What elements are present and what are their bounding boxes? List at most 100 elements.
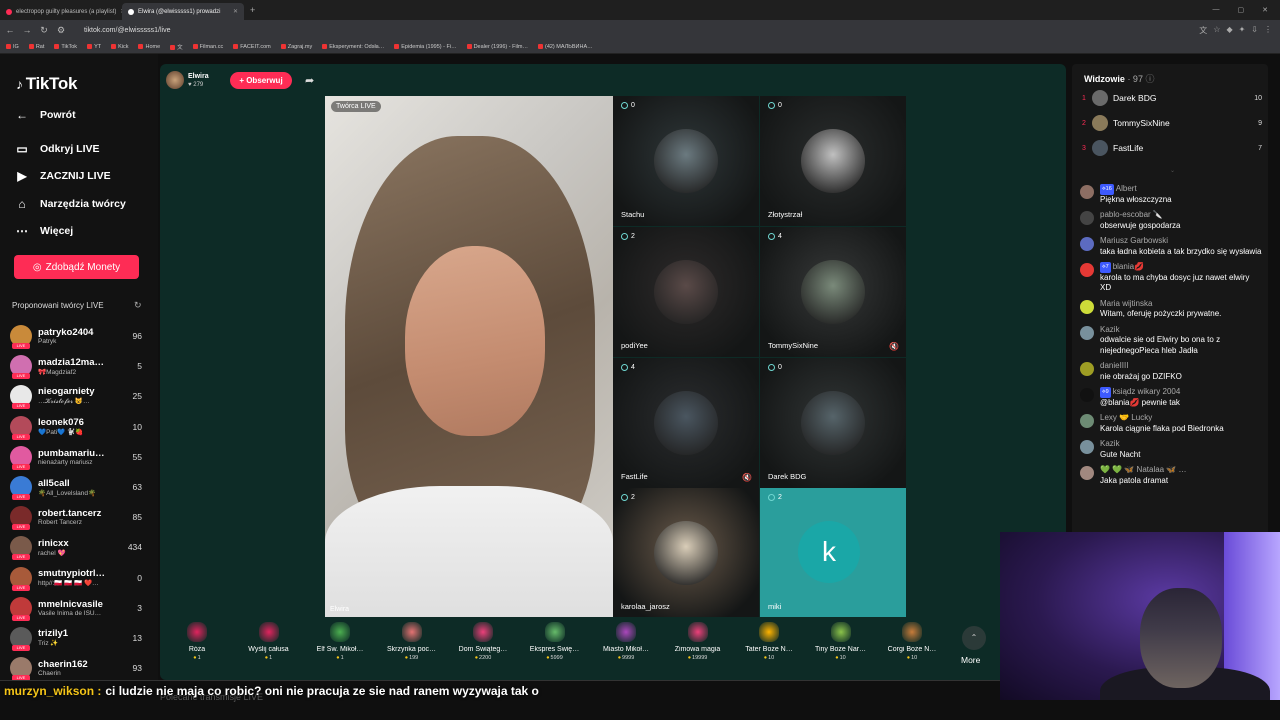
more-gifts-label[interactable]: More [961,655,980,665]
new-tab-icon[interactable]: + [244,5,261,15]
guest-tile[interactable]: 0 Stachu [613,96,759,226]
suggested-creator-item[interactable]: LIVE smutnypiotrl… http//:🇵🇱 🇵🇱 🇵🇱 ❤️… 0 [10,563,150,593]
browser-tab-active[interactable]: Elwira (@elwisssss1) prowadzi ✕ [122,3,244,20]
chat-message[interactable]: Maria wijtinska Witam, oferuję pożyczki p… [1080,299,1262,320]
get-coins-button[interactable]: ◎ Zdobądź Monety [14,255,139,279]
gift-item[interactable]: Skrzynka poc… 199 [378,622,446,661]
creator-names: smutnypiotrl… http//:🇵🇱 🇵🇱 🇵🇱 ❤️… [38,568,126,587]
top-viewer-item[interactable]: 3 FastLife 7 [1082,140,1262,156]
url-field[interactable]: tiktok.com/@elwisssss1/live [84,27,170,34]
translate-icon[interactable]: 文 [1199,25,1207,36]
suggested-creator-item[interactable]: LIVE trizily1 Triz ✨ 13 [10,623,150,653]
forward-icon[interactable]: → [20,25,34,35]
minimize-icon[interactable]: — [1213,6,1220,14]
close-window-icon[interactable]: ✕ [1262,6,1268,14]
suggested-creator-item[interactable]: LIVE pumbamariu… nienażarty mariusz 55 [10,442,150,472]
guest-tile[interactable]: k 2 miki [760,488,906,618]
suggested-creator-item[interactable]: LIVE rinicxx rachel 💖 434 [10,532,150,562]
refresh-icon[interactable]: ↻ [134,300,142,311]
bookmark-item[interactable]: Kick [111,44,128,50]
chat-message[interactable]: ⟡9 ksiądz wikary 2004 @blania💋 pewnie tak [1080,387,1262,408]
suggested-creator-item[interactable]: LIVE madzia12ma… 🎀Magdziaf2 5 [10,351,150,381]
bookmark-label: Dealer (1996) - Film… [473,43,528,50]
bookmark-item[interactable]: YT [87,44,101,50]
creator-tools-link[interactable]: ⌂ Narzędzia twórcy [14,197,125,211]
gift-item[interactable]: Zimowa magia 19999 [664,622,732,661]
back-icon[interactable]: ← [3,25,17,35]
host-name[interactable]: Elwira [188,73,209,80]
gift-item[interactable]: Róża 1 [163,622,231,661]
download-icon[interactable]: ⇩ [1251,25,1258,36]
chat-message[interactable]: Lexy 🤝 Lucky Karola ciągnie flaka pod Bie… [1080,413,1262,434]
gift-item[interactable]: Wyślij całusa 1 [235,622,303,661]
top-viewer-item[interactable]: 2 TommySixNine 9 [1082,115,1262,131]
bookmark-item[interactable]: Dealer (1996) - Film… [466,43,528,50]
discover-live-link[interactable]: ▭ Odkryj LIVE [14,142,99,156]
chat-message[interactable]: Kazik Gute Nacht [1080,439,1262,460]
suggested-creator-item[interactable]: LIVE chaerin162 Chaerin 93 [10,653,150,683]
gift-item[interactable]: Miasto Mikoł… 9999 [592,622,660,661]
chat-message[interactable]: danieIIII nie obrażaj go DZIFKO [1080,361,1262,382]
bookmark-item[interactable]: Home [138,44,160,50]
more-menu-link[interactable]: ⋯ Więcej [14,224,73,238]
gift-item[interactable]: Ekspres Świę… 5999 [521,622,589,661]
guest-tile[interactable]: 2 karolaa_jarosz [613,488,759,618]
suggested-creator-item[interactable]: LIVE leonek076 💙Pati💙 🐩🍓 10 [10,412,150,442]
chat-message[interactable]: pablo-escobar 🔪 obserwuje gospodarza [1080,210,1262,231]
close-tab-icon[interactable]: ✕ [233,8,238,15]
follow-button[interactable]: + Obserwuj [230,72,292,89]
gift-item[interactable]: Tiny Boże Nar… 10 [807,622,875,661]
info-icon[interactable]: ⓘ [1145,74,1154,84]
suggested-creator-item[interactable]: LIVE robert.tancerz Robert Tancerz 85 [10,502,150,532]
suggested-creator-item[interactable]: LIVE patryko2404 Patryk 96 [10,321,150,351]
chat-message[interactable]: Kazik odwalcie sie od Elwiry bo ona to z … [1080,325,1262,357]
chat-message[interactable]: ⟡7 blania💋 karola to ma chyba dosyc juz na… [1080,262,1262,294]
shield-icon[interactable]: ◆ [1226,25,1232,36]
score-icon [768,233,775,240]
star-icon[interactable]: ☆ [1213,25,1220,36]
gift-item[interactable]: Dom Świąteg… 2200 [449,622,517,661]
suggested-creator-item[interactable]: LIVE nieogarniety …𝓚𝓻𝓲𝓼𝓽𝓸𝓯𝓮𝓻 😺… 25 [10,381,150,411]
maximize-icon[interactable]: ▢ [1238,6,1245,14]
bookmark-item[interactable]: Rat [28,44,44,50]
guest-tile[interactable]: 4 TommySixNine 🔇 [760,227,906,357]
bookmark-item[interactable]: IG [6,44,19,50]
tiktok-logo[interactable]: ♪ TikTok [16,74,77,94]
guest-tile[interactable]: 0 Darek BDG [760,358,906,488]
host-avatar[interactable] [166,71,184,89]
gift-item[interactable]: Tater Boże N… 10 [735,622,803,661]
bookmark-item[interactable]: TikTok [54,44,77,50]
gift-item[interactable]: Corgi Boże N… 10 [878,622,946,661]
menu-icon[interactable]: ⋮ [1264,25,1272,36]
bookmark-item[interactable]: (42) МАЛЬВИНА… [537,44,593,50]
site-info-icon[interactable]: ⚙ [54,25,68,36]
bookmark-item[interactable]: Eksperyment: Odsła… [322,44,384,50]
suggested-creators-list: LIVE patryko2404 Patryk 96 LIVE madzia12ma… 🎀M… [10,321,150,683]
button-label: Zdobądź Monety [45,261,121,273]
top-viewer-item[interactable]: 1 Darek BDG 10 [1082,90,1262,106]
guest-tile[interactable]: 2 podiYee [613,227,759,357]
extension-icon[interactable]: ✦ [1239,25,1246,36]
reload-icon[interactable]: ↻ [37,25,51,36]
gift-item[interactable]: Elf Św. Mikoł… 1 [306,622,374,661]
browser-tab[interactable]: electropop guilty pleasures (a playlist)… [0,3,122,20]
expand-chevron-icon[interactable]: ⌄ [1170,167,1175,174]
share-icon[interactable]: ➦ [305,74,314,87]
more-gifts-button[interactable]: ⌃ [962,626,986,650]
host-video[interactable]: Twórca LIVE Elwira [325,96,613,617]
start-live-link[interactable]: ▶ ZACZNIJ LIVE [14,169,110,183]
guest-tile[interactable]: 4 FastLife 🔇 [613,358,759,488]
suggested-creator-item[interactable]: LIVE all5call 🌴All_Lovelsland🌴 63 [10,472,150,502]
bookmark-item[interactable]: Zagraj.my [280,44,312,50]
chat-message[interactable]: ⟡16 Albert Piękna włoszczyzna [1080,184,1262,205]
bookmark-item[interactable]: Filman.cc [192,44,223,50]
chat-message[interactable]: Mariusz Garbowski taka ładna kobieta a ta… [1080,236,1262,257]
suggested-creator-item[interactable]: LIVE mmelnicvasile Vasile Inima de ISU… 3 [10,593,150,623]
guest-tile[interactable]: 0 Złotystrzał [760,96,906,226]
chat-message[interactable]: 💚 💚 🦋 Natalaa 🦋 … Jaka patola dramat [1080,465,1262,486]
bookmark-item[interactable]: FACEIT.com [233,44,271,50]
chat-avatar [1080,185,1094,199]
bookmark-item[interactable]: 文 [170,43,183,51]
back-button[interactable]: ← Powrót [14,108,76,122]
bookmark-item[interactable]: Epidemia (1995) - Fi… [394,44,457,50]
